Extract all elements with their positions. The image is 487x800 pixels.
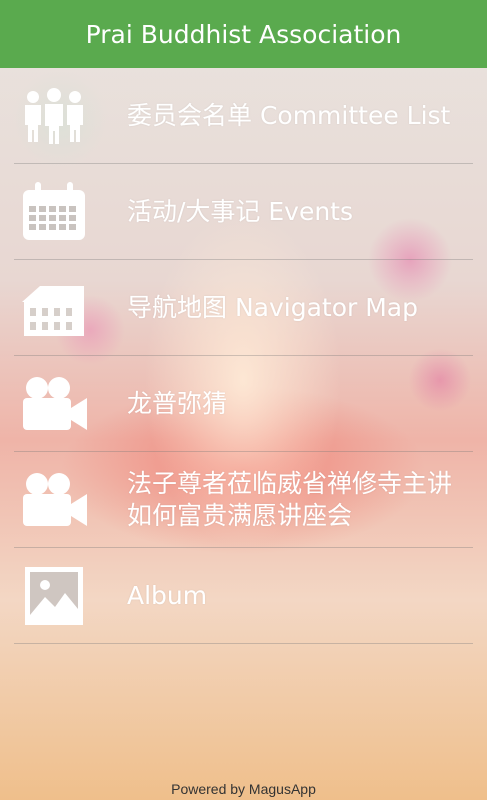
menu-item-video-1[interactable]: 龙普弥猜: [14, 356, 473, 452]
menu-item-video-2[interactable]: 法子尊者莅临威省禅修寺主讲如何富贵满愿讲座会: [14, 452, 473, 548]
app-header: Prai Buddhist Association: [0, 0, 487, 68]
menu-item-label: Album: [127, 581, 208, 610]
building-icon: [6, 280, 102, 336]
menu-item-label: 龙普弥猜: [127, 389, 228, 418]
menu-item-committee[interactable]: 委员会名单 Committee List: [14, 68, 473, 164]
video-camera-icon: [6, 472, 102, 528]
calendar-icon: [6, 182, 102, 242]
page-title: Prai Buddhist Association: [85, 19, 402, 49]
footer: Powered by MagusApp: [0, 778, 487, 800]
menu-list: 委员会名单 Committee List 活动/大事记 Events 导航地图 …: [0, 68, 487, 644]
menu-item-label: 法子尊者莅临威省禅修寺主讲如何富贵满愿讲座会: [127, 469, 453, 530]
menu-item-navigator-map[interactable]: 导航地图 Navigator Map: [14, 260, 473, 356]
menu-item-events[interactable]: 活动/大事记 Events: [14, 164, 473, 260]
menu-item-label: 导航地图 Navigator Map: [127, 293, 418, 322]
committee-icon: [6, 88, 102, 144]
menu-item-album[interactable]: Album: [14, 548, 473, 644]
menu-item-label: 委员会名单 Committee List: [127, 101, 451, 130]
menu-item-label: 活动/大事记 Events: [127, 197, 354, 226]
powered-by-text: Powered by MagusApp: [171, 781, 316, 797]
video-camera-icon: [6, 376, 102, 432]
image-icon: [6, 565, 102, 627]
